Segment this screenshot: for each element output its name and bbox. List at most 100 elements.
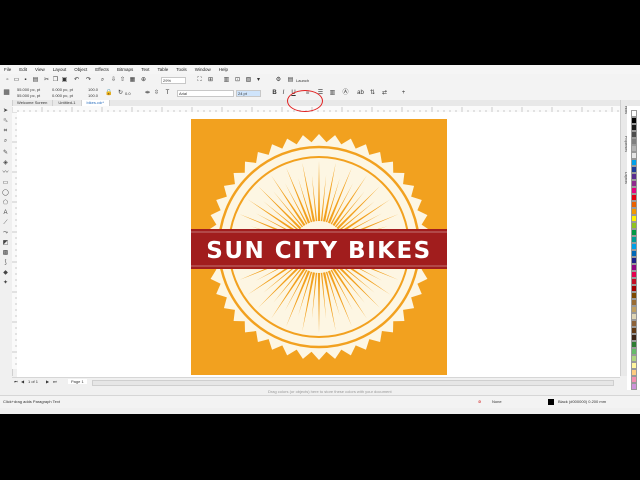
palette-swatch[interactable] [631,229,637,236]
vertical-text-icon[interactable]: ⇅ [368,89,377,98]
pick-tool-icon[interactable]: ➤ [2,108,9,115]
page-tab-1[interactable]: Page 1 [68,379,87,384]
palette-swatch[interactable] [631,145,637,152]
options-gear-icon[interactable]: ⚙ [274,76,283,85]
outline-color-swatch[interactable] [548,399,554,405]
import-icon[interactable]: ⇩ [109,76,118,85]
parallel-dimension-tool-icon[interactable]: ⟋ [2,220,9,227]
pos-x-value[interactable]: 55.000 pc, pt [17,87,40,92]
angle-value[interactable]: 0.0 [125,91,131,96]
palette-swatch[interactable] [631,243,637,250]
add-icon[interactable]: + [399,89,408,98]
mirror-h-icon[interactable]: ⇹ [143,89,152,98]
palette-swatch[interactable] [631,215,637,222]
palette-swatch[interactable] [631,334,637,341]
zoom-level-select[interactable]: 29% [161,77,186,84]
palette-swatch[interactable] [631,362,637,369]
menu-view[interactable]: View [31,67,49,72]
palette-swatch[interactable] [631,201,637,208]
launch-label[interactable]: Launch [296,78,309,83]
menu-edit[interactable]: Edit [15,67,31,72]
transparency-tool-icon[interactable]: ▩ [2,250,9,257]
menu-bitmaps[interactable]: Bitmaps [113,67,137,72]
smart-fill-icon[interactable]: ✦ [2,280,9,287]
print-icon[interactable]: ▤ [31,76,40,85]
palette-swatch[interactable] [631,131,637,138]
width-value[interactable]: 0.000 pc, pt [52,87,73,92]
snap-options-icon[interactable]: ▾ [254,76,263,85]
palette-swatch[interactable] [631,110,637,117]
palette-swatch[interactable] [631,299,637,306]
palette-swatch[interactable] [631,341,637,348]
palette-swatch[interactable] [631,159,637,166]
edit-text-icon[interactable]: ab [356,89,365,98]
bold-button[interactable]: B [270,89,279,98]
first-page-icon[interactable]: ⏮ [14,379,18,384]
palette-swatch[interactable] [631,271,637,278]
palette-swatch[interactable] [631,292,637,299]
last-page-icon[interactable]: ⏭ [53,379,57,384]
copy-icon[interactable]: ❐ [51,76,60,85]
palette-swatch[interactable] [631,222,637,229]
height-value[interactable]: 0.000 pc, pt [52,93,73,98]
freehand-tool-icon[interactable]: ✎ [2,150,9,157]
palette-swatch[interactable] [631,369,637,376]
horizontal-scrollbar[interactable] [92,380,614,386]
scale-x-value[interactable]: 100.0 [88,87,98,92]
palette-swatch[interactable] [631,376,637,383]
eyedropper-tool-icon[interactable]: ⟆ [2,260,9,267]
launch-icon[interactable]: ▤ [286,76,295,85]
full-screen-icon[interactable]: ⛶ [195,76,204,85]
menu-text[interactable]: Text [137,67,153,72]
save-icon[interactable]: ▪ [21,76,30,85]
palette-swatch[interactable] [631,236,637,243]
palette-swatch[interactable] [631,285,637,292]
palette-swatch[interactable] [631,278,637,285]
sun-city-bikes-logo[interactable]: SUN CITY BIKES [191,119,447,375]
lock-ratio-icon[interactable]: 🔒 [104,89,113,98]
drop-shadow-tool-icon[interactable]: ◩ [2,240,9,247]
palette-swatch[interactable] [631,348,637,355]
palette-swatch[interactable] [631,264,637,271]
font-size-select[interactable]: 24 pt [236,90,261,97]
drawing-canvas[interactable]: SUN CITY BIKES [17,112,620,377]
palette-swatch[interactable] [631,166,637,173]
menu-tools[interactable]: Tools [172,67,191,72]
palette-swatch[interactable] [631,124,637,131]
palette-swatch[interactable] [631,208,637,215]
search-content-icon[interactable]: ⌕ [98,76,107,85]
italic-button[interactable]: I [279,89,288,98]
menu-window[interactable]: Window [191,67,215,72]
horizontal-text-icon[interactable]: ⇄ [380,89,389,98]
mirror-v-icon[interactable]: ⇳ [152,89,161,98]
publish-pdf-icon[interactable]: ▦ [128,76,137,85]
menu-file[interactable]: File [0,67,15,72]
undo-icon[interactable]: ↶ [72,76,81,85]
palette-swatch[interactable] [631,306,637,313]
palette-swatch[interactable] [631,383,637,390]
menu-layout[interactable]: Layout [49,67,71,72]
connector-tool-icon[interactable]: ⤳ [2,230,9,237]
show-grid-icon[interactable]: ⊡ [233,76,242,85]
interactive-fill-tool-icon[interactable]: ◆ [2,270,9,277]
show-rulers-icon[interactable]: ▥ [222,76,231,85]
cut-icon[interactable]: ✂ [42,76,51,85]
palette-swatch[interactable] [631,320,637,327]
ellipse-tool-icon[interactable]: ◯ [2,190,9,197]
palette-swatch[interactable] [631,117,637,124]
palette-swatch[interactable] [631,173,637,180]
menu-effects[interactable]: Effects [91,67,113,72]
menu-table[interactable]: Table [153,67,172,72]
snap-to-icon[interactable]: ⊞ [206,76,215,85]
palette-swatch[interactable] [631,355,637,362]
palette-swatch[interactable] [631,138,637,145]
palette-swatch[interactable] [631,194,637,201]
guidelines-icon[interactable]: ▧ [244,76,253,85]
columns-icon[interactable]: ▥ [328,89,337,98]
palette-swatch[interactable] [631,327,637,334]
crop-tool-icon[interactable]: ⌗ [2,128,9,135]
palette-swatch[interactable] [631,250,637,257]
text-properties-icon[interactable]: Ⓐ [341,89,350,98]
menu-object[interactable]: Object [70,67,91,72]
text-tool-icon[interactable]: A [2,210,9,217]
